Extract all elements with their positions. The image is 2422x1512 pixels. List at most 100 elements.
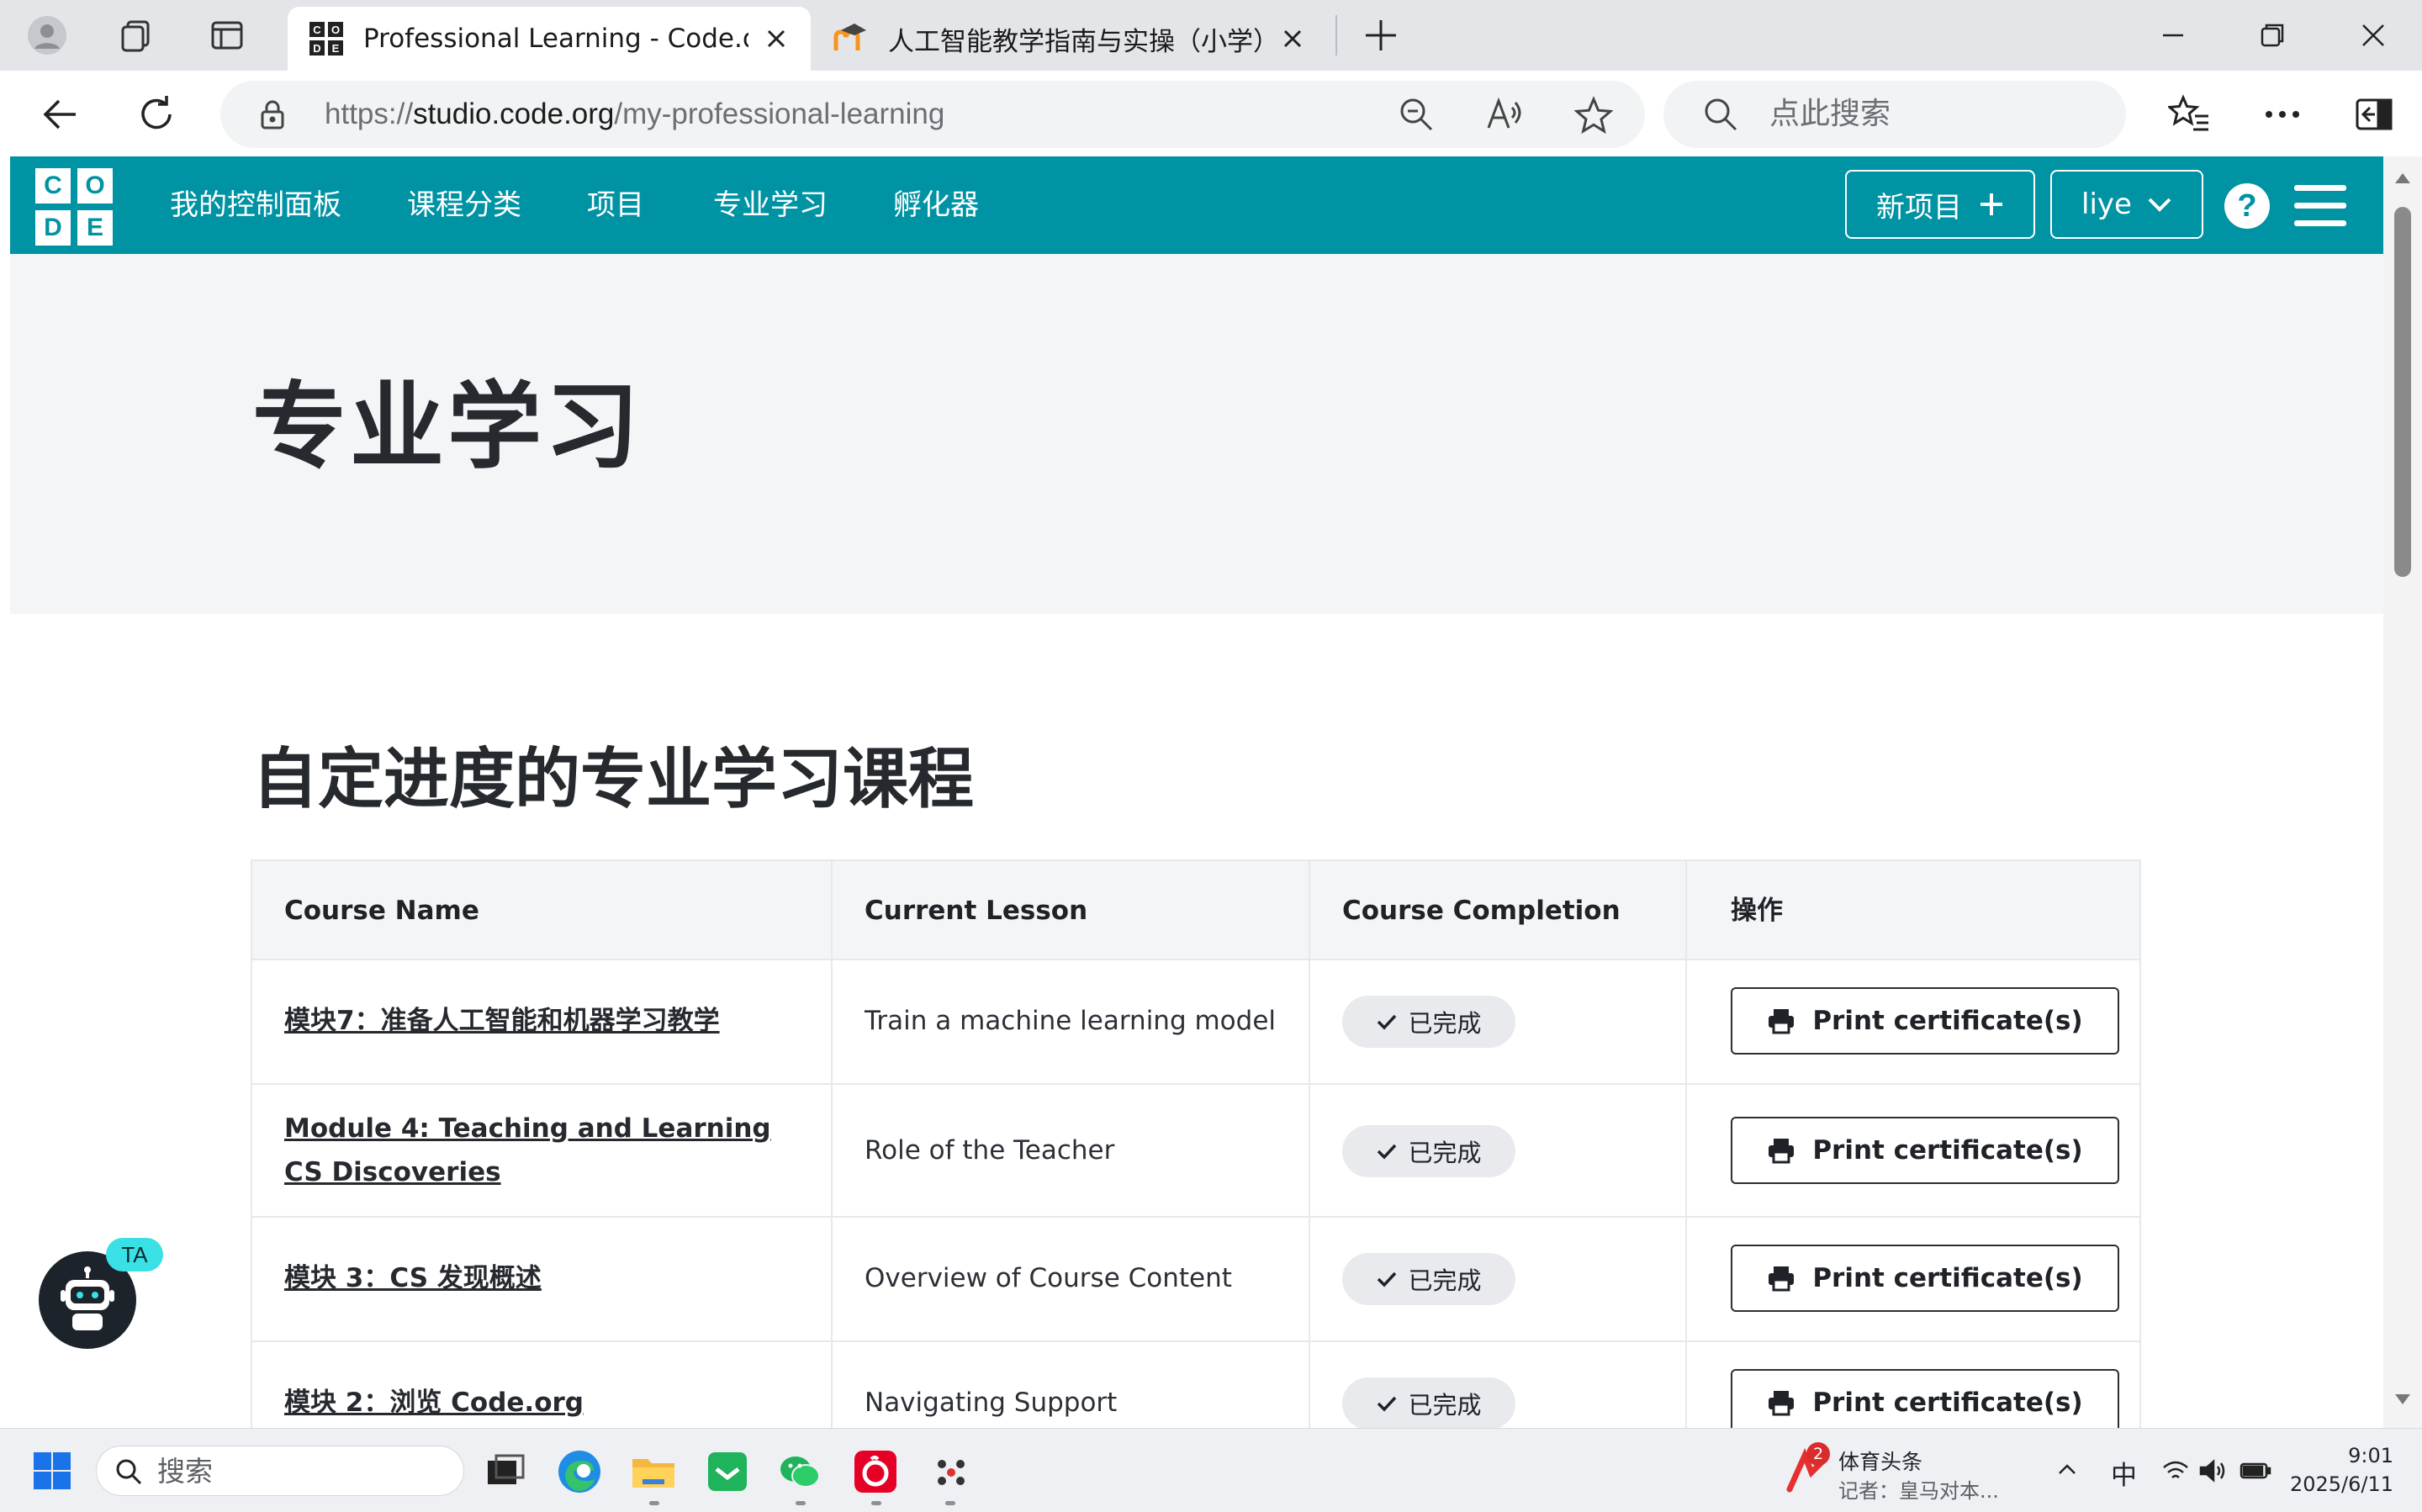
nav-incubator[interactable]: 孵化器: [893, 156, 979, 254]
search-icon: [116, 1459, 142, 1485]
more-menu-icon[interactable]: [2264, 109, 2301, 119]
ta-badge: TA: [106, 1238, 163, 1271]
printer-icon: [1769, 1009, 1795, 1034]
new-project-button[interactable]: 新项目: [1845, 170, 2035, 239]
edge-browser-icon[interactable]: [555, 1447, 604, 1496]
windows-start-icon[interactable]: [32, 1451, 72, 1491]
back-icon[interactable]: [40, 94, 81, 135]
running-indicator: [649, 1501, 659, 1505]
table-row: 模块 2：浏览 Code.org Navigating Support 已完成 …: [252, 1342, 2139, 1428]
checkmark-icon: [1378, 1271, 1397, 1287]
status-badge: 已完成: [1342, 1253, 1515, 1305]
url-field[interactable]: https://studio.code.org/my-professional-…: [220, 81, 1645, 148]
course-link[interactable]: Module 4: Teaching and Learning CS Disco…: [284, 1107, 806, 1194]
table-row: 模块7：准备人工智能和机器学习教学 Train a machine learni…: [252, 960, 2139, 1085]
close-tab-icon[interactable]: [1278, 24, 1307, 53]
site-header: C O D E 我的控制面板 课程分类 项目 专业学习 孵化器 新项目 liye…: [10, 156, 2383, 254]
wechat-icon[interactable]: [775, 1447, 824, 1496]
web-page: C O D E 我的控制面板 课程分类 项目 专业学习 孵化器 新项目 liye…: [10, 156, 2383, 1428]
print-certificate-button[interactable]: Print certificate(s): [1731, 1369, 2119, 1428]
printer-icon: [1769, 1139, 1795, 1164]
printer-icon: [1769, 1266, 1795, 1292]
scroll-down-icon[interactable]: [2394, 1393, 2411, 1406]
chevron-up-icon[interactable]: [2057, 1462, 2077, 1476]
news-title[interactable]: 体育头条: [1838, 1446, 1922, 1476]
svg-text:C: C: [313, 24, 321, 36]
column-header-actions: 操作: [1731, 896, 1783, 926]
print-certificate-button[interactable]: Print certificate(s): [1731, 1245, 2119, 1312]
news-subtitle[interactable]: 记者：皇马对本...: [1838, 1474, 1999, 1504]
favorite-star-icon[interactable]: [1574, 96, 1613, 135]
table-row: 模块 3：CS 发现概述 Overview of Course Content …: [252, 1218, 2139, 1342]
checkmark-icon: [1378, 1396, 1397, 1412]
scroll-up-icon[interactable]: [2394, 172, 2411, 185]
table-header: Course Name Current Lesson Course Comple…: [252, 861, 2139, 960]
wifi-icon[interactable]: [2161, 1459, 2190, 1483]
courses-table: Course Name Current Lesson Course Comple…: [251, 859, 2141, 1428]
section-title: 自定进度的专业学习课程: [252, 742, 975, 817]
robot-icon: [61, 1266, 114, 1330]
task-view-icon[interactable]: [481, 1447, 530, 1496]
user-menu-button[interactable]: liye: [2050, 170, 2203, 239]
lock-icon[interactable]: [256, 98, 289, 131]
course-link[interactable]: 模块7：准备人工智能和机器学习教学: [284, 999, 720, 1043]
clock-time[interactable]: 9:01: [2308, 1444, 2393, 1467]
search-placeholder: 点此搜索: [1769, 97, 1891, 131]
close-tab-icon[interactable]: [762, 24, 791, 53]
status-badge: 已完成: [1342, 1125, 1515, 1177]
new-project-label: 新项目: [1876, 190, 1962, 225]
tab-ai-teaching-guide[interactable]: 人工智能教学指南与实操（小学）: [812, 7, 1327, 71]
running-indicator: [945, 1501, 955, 1505]
checkmark-icon: [1378, 1014, 1397, 1030]
battery-icon[interactable]: [2239, 1459, 2272, 1483]
svg-text:D: D: [313, 42, 320, 55]
help-button[interactable]: ?: [2224, 183, 2270, 229]
print-certificate-button[interactable]: Print certificate(s): [1731, 987, 2119, 1055]
ime-indicator[interactable]: 中: [2111, 1454, 2137, 1492]
sidebar-toggle-icon[interactable]: [2355, 96, 2393, 133]
svg-text:O: O: [331, 24, 340, 36]
store-app-icon[interactable]: [703, 1447, 752, 1496]
hero-banner: 专业学习: [10, 254, 2383, 614]
nav-projects[interactable]: 项目: [587, 156, 644, 254]
file-explorer-icon[interactable]: [629, 1447, 678, 1496]
app-cluster-icon[interactable]: [927, 1447, 976, 1496]
column-header-current-lesson: Current Lesson: [865, 896, 1088, 926]
tab-actions-icon[interactable]: [204, 12, 251, 59]
user-name: liye: [2081, 188, 2132, 221]
moodle-favicon-icon: [833, 24, 866, 50]
read-aloud-icon[interactable]: [1485, 96, 1526, 133]
favorites-list-icon[interactable]: [2168, 94, 2210, 135]
volume-icon[interactable]: [2198, 1459, 2227, 1483]
current-lesson: Train a machine learning model: [865, 1006, 1277, 1036]
close-window-icon[interactable]: [2355, 17, 2392, 54]
taskbar-search[interactable]: 搜索: [96, 1446, 464, 1496]
news-count-badge: 2: [1806, 1442, 1830, 1466]
scrollbar-thumb[interactable]: [2394, 207, 2411, 577]
clock-date[interactable]: 2025/6/11: [2284, 1472, 2393, 1496]
netease-music-icon[interactable]: [851, 1447, 900, 1496]
zoom-out-icon[interactable]: [1398, 96, 1435, 133]
print-certificate-button[interactable]: Print certificate(s): [1731, 1117, 2119, 1184]
profile-avatar-icon[interactable]: [24, 12, 71, 59]
browser-tabstrip: C O D E Professional Learning - Code.org…: [0, 0, 2422, 71]
minimize-icon[interactable]: [2155, 17, 2192, 54]
checkmark-icon: [1378, 1144, 1397, 1160]
refresh-icon[interactable]: [136, 94, 177, 135]
browser-search-field[interactable]: 点此搜索: [1663, 81, 2126, 148]
course-link[interactable]: 模块 3：CS 发现概述: [284, 1256, 542, 1300]
nav-dashboard[interactable]: 我的控制面板: [170, 156, 341, 254]
current-lesson: Overview of Course Content: [865, 1263, 1232, 1293]
page-scrollbar[interactable]: [2383, 156, 2422, 1428]
codeorg-logo[interactable]: C O D E: [35, 168, 113, 246]
course-link[interactable]: 模块 2：浏览 Code.org: [284, 1381, 584, 1425]
tab-professional-learning[interactable]: C O D E Professional Learning - Code.org: [288, 7, 811, 71]
new-tab-icon[interactable]: [1362, 17, 1399, 54]
url-text: https://studio.code.org/my-professional-…: [325, 98, 945, 130]
workspaces-icon[interactable]: [113, 12, 160, 59]
restore-icon[interactable]: [2254, 17, 2291, 54]
nav-professional-learning[interactable]: 专业学习: [713, 156, 828, 254]
nav-course-catalog[interactable]: 课程分类: [407, 156, 521, 254]
status-badge: 已完成: [1342, 1377, 1515, 1428]
hamburger-menu-icon[interactable]: [2294, 185, 2346, 227]
